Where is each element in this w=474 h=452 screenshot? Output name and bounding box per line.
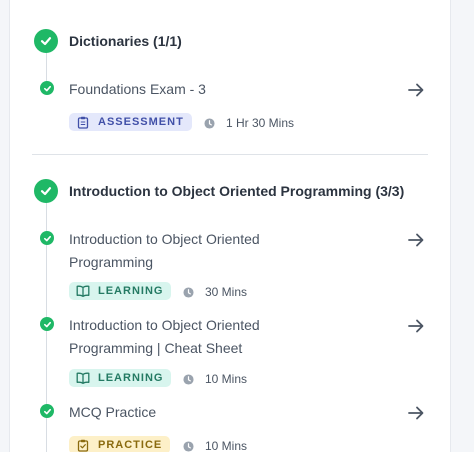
clipboard-icon [76,115,90,129]
item-title[interactable]: Introduction to Object Oriented Programm… [69,314,279,360]
course-modules-card: Dictionaries (1/1) Foundations Exam - 3 … [9,0,451,452]
item-title[interactable]: MCQ Practice [69,401,319,424]
clock-icon [183,286,194,298]
learning-badge: LEARNING [69,282,172,300]
item-duration: 10 Mins [183,439,247,452]
badge-label: LEARNING [98,285,164,297]
item-completed-check-icon [40,317,54,331]
book-icon [76,284,90,298]
duration-text: 10 Mins [205,439,248,452]
item-duration: 10 Mins [183,372,247,386]
badge-label: ASSESSMENT [98,116,184,128]
book-icon [76,371,90,385]
duration-text: 10 Mins [205,372,248,386]
arrow-right-icon[interactable] [406,230,426,250]
clock-icon [183,440,194,452]
arrow-right-icon[interactable] [406,403,426,423]
assessment-badge: ASSESSMENT [69,113,192,131]
section-completed-check-icon [34,179,58,203]
duration-text: 1 Hr 30 Mins [226,116,295,130]
item-duration: 1 Hr 30 Mins [204,116,294,130]
badge-label: LEARNING [98,372,164,384]
arrow-right-icon[interactable] [406,80,426,100]
item-title[interactable]: Introduction to Object Oriented Programm… [69,228,279,274]
clipboard-check-icon [76,438,90,452]
arrow-right-icon[interactable] [406,316,426,336]
badge-label: PRACTICE [98,439,163,451]
item-duration: 30 Mins [183,285,247,299]
learning-badge: LEARNING [69,369,172,387]
item-completed-check-icon [40,231,54,245]
practice-badge: PRACTICE [69,436,171,452]
duration-text: 30 Mins [205,285,248,299]
item-completed-check-icon [40,81,54,95]
clock-icon [183,373,194,385]
item-title[interactable]: Foundations Exam - 3 [69,78,319,101]
section-completed-check-icon [34,29,58,53]
item-completed-check-icon [40,404,54,418]
section-divider [32,154,428,155]
clock-icon [204,117,215,129]
section-title[interactable]: Introduction to Object Oriented Programm… [69,183,404,199]
section-title[interactable]: Dictionaries (1/1) [69,33,182,49]
